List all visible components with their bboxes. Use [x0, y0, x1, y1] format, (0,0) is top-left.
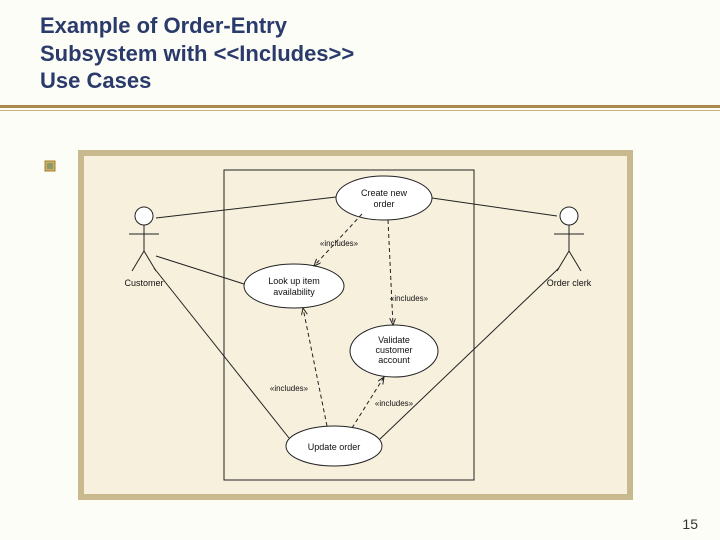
svg-text:Update order: Update order	[308, 442, 361, 452]
use-case-diagram: Customer Order clerk Create new order Lo…	[84, 156, 627, 494]
includes-update-to-lookup	[303, 308, 327, 426]
title-line-2: Subsystem with <<Includes>>	[40, 40, 680, 68]
assoc-clerk-create	[432, 198, 557, 216]
actor-customer: Customer	[124, 207, 163, 288]
slide-title: Example of Order-Entry Subsystem with <<…	[0, 0, 720, 101]
title-underline-thin	[0, 110, 720, 111]
includes-label-4: «includes»	[375, 399, 414, 408]
svg-text:customer: customer	[375, 345, 412, 355]
title-underline-thick	[0, 105, 720, 108]
usecase-update-order: Update order	[286, 426, 382, 466]
bullet-icon	[44, 160, 56, 172]
usecase-create-new-order: Create new order	[336, 176, 432, 220]
includes-label-3: «includes»	[270, 384, 309, 393]
title-line-3: Use Cases	[40, 67, 680, 95]
svg-text:Create new: Create new	[361, 188, 408, 198]
svg-text:Look up item: Look up item	[268, 276, 320, 286]
includes-create-to-validate	[388, 220, 393, 325]
actor-customer-label: Customer	[124, 278, 163, 288]
page-number: 15	[682, 516, 698, 532]
title-line-1: Example of Order-Entry	[40, 12, 680, 40]
assoc-customer-create	[156, 197, 336, 218]
svg-text:order: order	[373, 199, 394, 209]
usecase-look-up-item: Look up item availability	[244, 264, 344, 308]
includes-label-1: «includes»	[320, 239, 359, 248]
includes-label-2: «includes»	[390, 294, 429, 303]
diagram-frame: Customer Order clerk Create new order Lo…	[78, 150, 633, 500]
svg-text:availability: availability	[273, 287, 315, 297]
svg-text:Validate: Validate	[378, 335, 410, 345]
actor-order-clerk: Order clerk	[547, 207, 592, 288]
actor-order-clerk-label: Order clerk	[547, 278, 592, 288]
assoc-customer-lookup	[156, 256, 244, 284]
usecase-validate-customer: Validate customer account	[350, 325, 438, 377]
svg-text:account: account	[378, 355, 410, 365]
